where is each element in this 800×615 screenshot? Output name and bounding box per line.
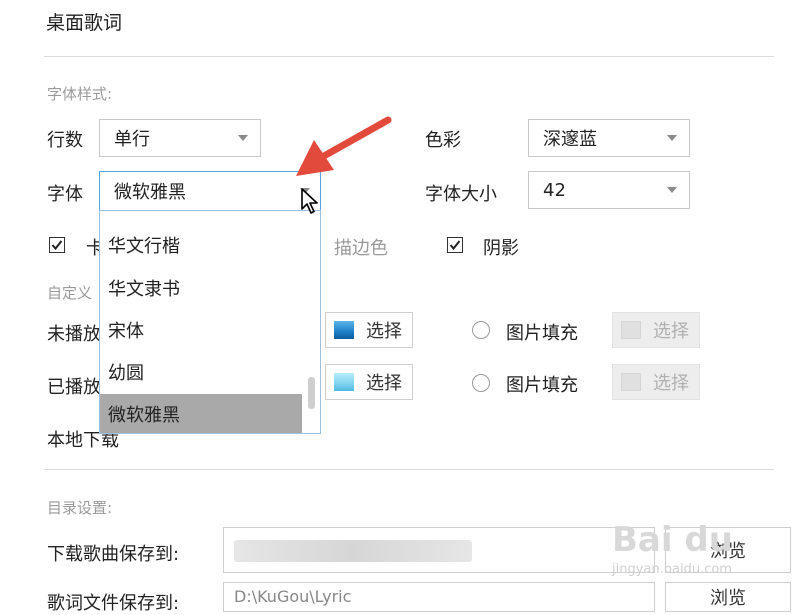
lyrics-path-input[interactable]: D:\KuGou\Lyric	[223, 582, 655, 612]
mouse-cursor-icon	[301, 188, 318, 214]
rows-select-value: 单行	[114, 129, 150, 150]
font-select[interactable]: 微软雅黑	[99, 171, 321, 211]
unplayed-image-fill-radio[interactable]	[472, 321, 490, 339]
font-select-value: 微软雅黑	[114, 182, 186, 203]
font-dropdown-list[interactable]: 华文行楷 华文隶书 宋体 幼圆 微软雅黑	[99, 210, 321, 434]
played-image-select-button[interactable]: 选择	[612, 364, 700, 400]
image-swatch	[621, 321, 641, 339]
check-icon	[449, 240, 461, 251]
unplayed-color-select-button[interactable]: 选择	[325, 312, 413, 348]
chevron-down-icon	[667, 187, 677, 193]
stroke-color-label[interactable]: 描边色	[334, 234, 388, 260]
color-swatch	[334, 321, 354, 339]
divider	[44, 56, 774, 57]
color-swatch	[334, 373, 354, 391]
font-option[interactable]: 宋体	[100, 310, 302, 350]
font-option[interactable]: 幼圆	[100, 352, 302, 392]
unplayed-image-fill-label: 图片填充	[506, 323, 578, 344]
watermark-logo: Bai du	[612, 520, 733, 560]
watermark-sub: jingyan.baidu.com	[612, 562, 732, 577]
played-label: 已播放	[47, 377, 101, 398]
font-size-select-value: 42	[543, 179, 566, 201]
unplayed-image-select-label: 选择	[653, 321, 689, 342]
download-path-input[interactable]	[223, 527, 655, 573]
lyrics-path-value: D:\KuGou\Lyric	[234, 587, 352, 606]
rows-select[interactable]: 单行	[99, 119, 261, 157]
font-style-section-title: 字体样式:	[47, 85, 113, 103]
played-select-label: 选择	[366, 373, 402, 394]
font-option[interactable]: 华文行楷	[100, 225, 302, 265]
shadow-label: 阴影	[483, 238, 519, 259]
shadow-checkbox[interactable]	[447, 237, 463, 253]
color-label: 色彩	[425, 130, 461, 151]
lyrics-browse-button[interactable]: 浏览	[665, 582, 791, 612]
font-option[interactable]: 华文隶书	[100, 268, 302, 308]
annotation-arrow-icon	[296, 116, 392, 176]
unplayed-label: 未播放	[47, 324, 101, 345]
unplayed-select-label: 选择	[366, 321, 402, 342]
font-option-selected[interactable]: 微软雅黑	[100, 394, 302, 433]
played-image-select-label: 选择	[653, 373, 689, 394]
karaoke-checkbox[interactable]	[49, 237, 65, 253]
font-size-label: 字体大小	[425, 184, 497, 205]
color-select-value: 深邃蓝	[543, 129, 597, 150]
played-color-select-button[interactable]: 选择	[325, 364, 413, 400]
played-image-fill-radio[interactable]	[472, 374, 490, 392]
font-label: 字体	[47, 184, 83, 205]
custom-section-title: 自定义	[47, 284, 93, 302]
dialog-title: 桌面歌词	[46, 12, 123, 34]
check-icon	[51, 240, 63, 251]
rows-label: 行数	[47, 130, 83, 151]
lyrics-browse-label: 浏览	[710, 588, 746, 609]
chevron-down-icon	[667, 135, 677, 141]
unplayed-image-select-button[interactable]: 选择	[612, 312, 700, 348]
divider	[44, 469, 774, 470]
directory-section-title: 目录设置:	[47, 499, 113, 517]
lyrics-save-label: 歌词文件保存到:	[47, 593, 180, 614]
played-image-fill-label: 图片填充	[506, 375, 578, 396]
download-save-label: 下载歌曲保存到:	[47, 544, 180, 565]
color-select[interactable]: 深邃蓝	[528, 119, 690, 157]
font-size-select[interactable]: 42	[528, 171, 690, 209]
blurred-path	[234, 540, 472, 562]
chevron-down-icon	[238, 135, 248, 141]
dropdown-scrollbar[interactable]	[308, 377, 315, 409]
image-swatch	[621, 373, 641, 391]
